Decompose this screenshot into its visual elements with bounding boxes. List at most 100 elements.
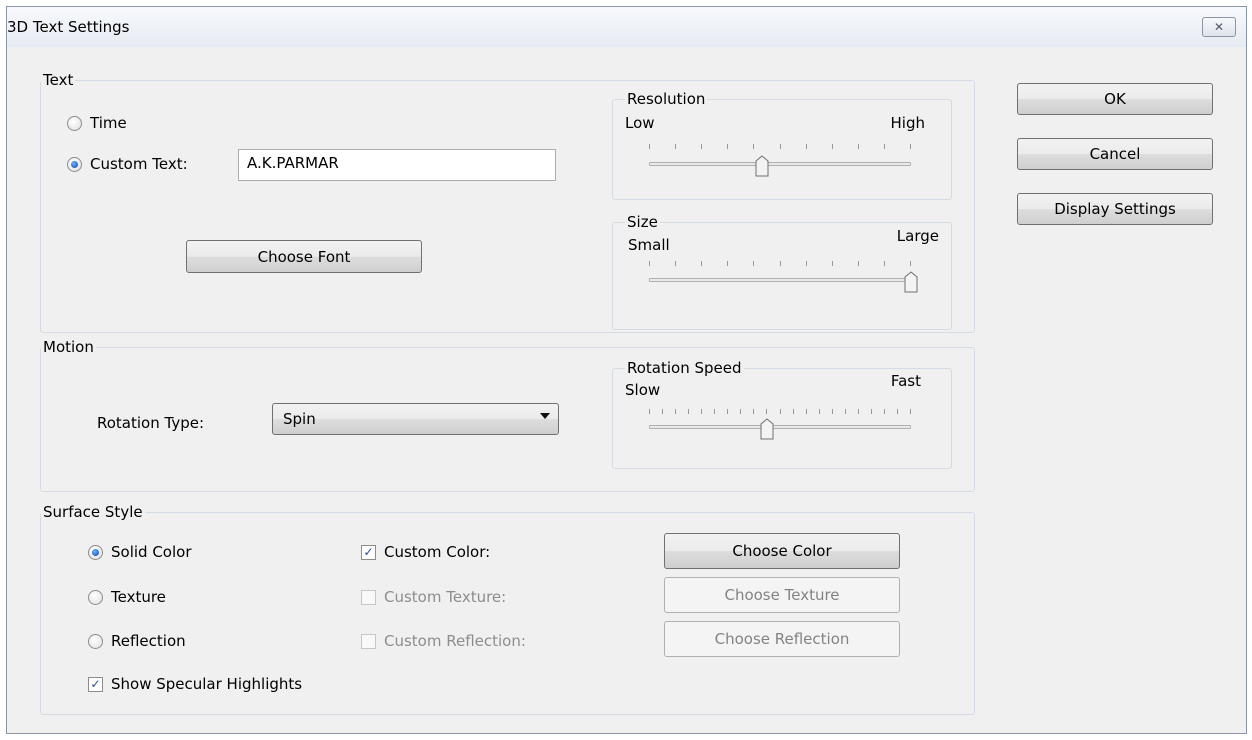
slider-tick [675, 261, 676, 266]
resolution-track [649, 162, 911, 166]
custom-reflection-label: Custom Reflection: [384, 632, 526, 650]
reflection-label: Reflection [111, 632, 186, 650]
resolution-high-label: High [890, 114, 925, 132]
choose-reflection-button[interactable]: Choose Reflection [664, 621, 900, 657]
text-group: Text Time Custom Text: A.K.PARMAR Choose… [40, 71, 975, 333]
motion-group: Motion Rotation Type: Spin Rotation Spee… [40, 338, 975, 492]
ok-button[interactable]: OK [1017, 83, 1213, 115]
slider-tick [884, 144, 885, 149]
size-slider-thumb[interactable] [904, 271, 918, 293]
slider-tick [649, 261, 650, 266]
slider-tick [871, 409, 872, 414]
text-group-label: Text [41, 71, 76, 89]
rotation-type-value: Spin [283, 410, 316, 428]
slider-tick [727, 409, 728, 414]
size-track [649, 278, 911, 282]
specular-highlights-label: Show Specular Highlights [111, 675, 303, 693]
rotation-speed-ticks [649, 409, 911, 415]
slider-tick [793, 409, 794, 414]
custom-text-radio[interactable] [67, 156, 82, 172]
rotation-speed-track [649, 425, 911, 429]
custom-text-input[interactable]: A.K.PARMAR [238, 149, 556, 181]
custom-reflection-checkbox[interactable] [361, 633, 376, 649]
slider-tick [806, 409, 807, 414]
slider-tick [884, 261, 885, 266]
size-label: Size [625, 213, 660, 231]
slider-tick [649, 144, 650, 149]
rotation-type-label: Rotation Type: [97, 414, 205, 432]
slider-tick [806, 144, 807, 149]
slider-tick [845, 409, 846, 414]
rotation-speed-high-label: Fast [890, 372, 921, 390]
solid-color-option[interactable]: Solid Color [88, 543, 192, 561]
motion-group-label: Motion [41, 338, 96, 356]
slider-tick [727, 144, 728, 149]
slider-tick [806, 261, 807, 266]
time-radio-option[interactable]: Time [67, 114, 127, 132]
slider-tick [675, 144, 676, 149]
choose-font-button[interactable]: Choose Font [186, 240, 422, 273]
slider-tick [753, 261, 754, 266]
solid-color-label: Solid Color [111, 543, 192, 561]
slider-tick [910, 261, 911, 266]
custom-texture-checkbox[interactable] [361, 589, 376, 605]
slider-tick [832, 409, 833, 414]
size-low-label: Small [628, 236, 670, 254]
texture-label: Texture [111, 588, 166, 606]
slider-tick [819, 409, 820, 414]
slider-tick [897, 409, 898, 414]
custom-texture-label: Custom Texture: [384, 588, 507, 606]
slider-tick [780, 409, 781, 414]
slider-tick [727, 261, 728, 266]
surface-style-group-label: Surface Style [41, 503, 145, 521]
slider-tick [910, 409, 911, 414]
custom-color-option[interactable]: ✓ Custom Color: [361, 543, 490, 561]
specular-highlights-option[interactable]: ✓ Show Specular Highlights [88, 675, 302, 693]
dialog-window: 3D Text Settings ✕ Text Time Custom Text… [6, 6, 1247, 734]
texture-radio[interactable] [88, 589, 103, 605]
solid-color-radio[interactable] [88, 544, 103, 560]
close-button[interactable]: ✕ [1202, 17, 1236, 37]
custom-text-label: Custom Text: [90, 155, 188, 173]
rotation-type-dropdown[interactable]: Spin [272, 403, 559, 435]
size-high-label: Large [896, 227, 939, 245]
slider-tick [858, 144, 859, 149]
custom-texture-option[interactable]: Custom Texture: [361, 588, 506, 606]
slider-tick [701, 261, 702, 266]
resolution-label: Resolution [625, 90, 708, 108]
close-icon: ✕ [1213, 20, 1225, 34]
rotation-speed-low-label: Slow [625, 381, 661, 399]
reflection-radio[interactable] [88, 633, 103, 649]
custom-text-radio-option[interactable]: Custom Text: [67, 155, 188, 173]
dialog-client: Text Time Custom Text: A.K.PARMAR Choose… [7, 47, 1246, 733]
slider-tick [688, 409, 689, 414]
reflection-option[interactable]: Reflection [88, 632, 186, 650]
resolution-slider-thumb[interactable] [755, 155, 769, 177]
choose-color-button[interactable]: Choose Color [664, 533, 900, 569]
slider-tick [675, 409, 676, 414]
rotation-speed-slider-thumb[interactable] [760, 418, 774, 440]
slider-tick [662, 409, 663, 414]
slider-tick [649, 409, 650, 414]
specular-highlights-checkbox[interactable]: ✓ [88, 676, 103, 692]
cancel-button[interactable]: Cancel [1017, 138, 1213, 170]
texture-option[interactable]: Texture [88, 588, 166, 606]
slider-tick [766, 409, 767, 414]
size-ticks [649, 261, 911, 267]
custom-color-checkbox[interactable]: ✓ [361, 544, 376, 560]
size-group: Size Small Large [612, 213, 952, 330]
slider-tick [884, 409, 885, 414]
time-radio[interactable] [67, 115, 82, 131]
display-settings-button[interactable]: Display Settings [1017, 193, 1213, 225]
slider-tick [740, 409, 741, 414]
choose-texture-button[interactable]: Choose Texture [664, 577, 900, 613]
title-bar: 3D Text Settings ✕ [7, 7, 1246, 47]
resolution-group: Resolution Low High [612, 90, 952, 200]
surface-style-group: Surface Style Solid Color Texture Reflec… [40, 503, 975, 715]
resolution-ticks [649, 144, 911, 150]
chevron-down-icon [540, 413, 550, 419]
window-title: 3D Text Settings [7, 18, 130, 36]
slider-tick [858, 261, 859, 266]
slider-tick [780, 144, 781, 149]
custom-reflection-option[interactable]: Custom Reflection: [361, 632, 526, 650]
